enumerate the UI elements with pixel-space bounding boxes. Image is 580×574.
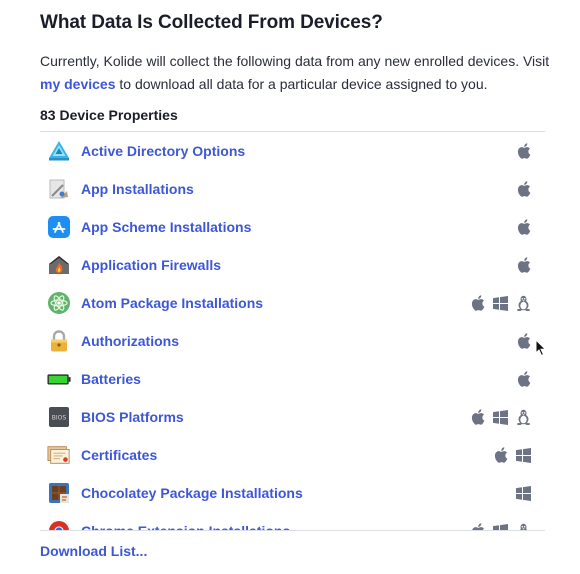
intro-text: Currently, Kolide will collect the follo…	[40, 50, 555, 96]
chrome-icon	[47, 519, 71, 530]
intro-text-end: to download all data for a particular de…	[115, 76, 488, 92]
apple-icon	[466, 295, 489, 311]
property-link[interactable]: Chrome Extension Installations	[81, 523, 290, 530]
property-link[interactable]: Application Firewalls	[81, 257, 221, 273]
windows-icon	[512, 447, 535, 463]
intro-text-start: Currently, Kolide will collect the follo…	[40, 53, 550, 69]
linux-icon	[512, 409, 535, 425]
platform-icons	[512, 474, 535, 512]
platform-icons	[512, 360, 535, 398]
apple-icon	[466, 523, 489, 530]
property-row[interactable]: Application Firewalls	[40, 246, 545, 284]
bios-chip-icon: BIOS	[47, 405, 71, 429]
property-link[interactable]: Authorizations	[81, 333, 179, 349]
apple-icon	[512, 143, 535, 159]
property-row[interactable]: Certificates	[40, 436, 545, 474]
divider	[40, 530, 545, 531]
property-link[interactable]: Chocolatey Package Installations	[81, 485, 303, 501]
property-link[interactable]: BIOS Platforms	[81, 409, 184, 425]
property-row[interactable]: Active Directory Options	[40, 132, 545, 170]
svg-text:BIOS: BIOS	[52, 415, 67, 422]
certificate-icon	[47, 443, 71, 467]
app-installer-icon	[47, 177, 71, 201]
apple-icon	[512, 219, 535, 235]
property-row[interactable]: Atom Package Installations	[40, 284, 545, 322]
atom-icon	[47, 291, 71, 315]
my-devices-link[interactable]: my devices	[40, 76, 116, 92]
mouse-cursor-icon	[535, 339, 547, 357]
windows-icon	[489, 295, 512, 311]
apple-icon	[512, 371, 535, 387]
platform-icons	[466, 512, 535, 530]
platform-icons	[489, 436, 535, 474]
firewall-icon	[47, 253, 71, 277]
platform-icons	[512, 132, 535, 170]
app-store-icon	[47, 215, 71, 239]
property-row[interactable]: Authorizations	[40, 322, 545, 360]
property-row[interactable]: BIOS BIOS Platforms	[40, 398, 545, 436]
windows-icon	[489, 523, 512, 530]
property-row[interactable]: App Scheme Installations	[40, 208, 545, 246]
property-link[interactable]: Batteries	[81, 371, 141, 387]
property-row[interactable]: App Installations	[40, 170, 545, 208]
chocolatey-icon	[47, 481, 71, 505]
page-title: What Data Is Collected From Devices?	[40, 12, 383, 33]
property-link[interactable]: App Installations	[81, 181, 194, 197]
property-count: 83 Device Properties	[40, 107, 178, 123]
download-list-link[interactable]: Download List...	[40, 543, 147, 559]
property-list[interactable]: Active Directory Options App Installation…	[40, 132, 545, 530]
property-row[interactable]: Chocolatey Package Installations	[40, 474, 545, 512]
linux-icon	[512, 523, 535, 530]
apple-icon	[512, 333, 535, 349]
platform-icons	[512, 170, 535, 208]
property-link[interactable]: Certificates	[81, 447, 157, 463]
windows-icon	[512, 485, 535, 501]
lock-icon	[47, 329, 71, 353]
linux-icon	[512, 295, 535, 311]
apple-icon	[512, 257, 535, 273]
property-link[interactable]: Active Directory Options	[81, 143, 245, 159]
windows-icon	[489, 409, 512, 425]
apple-icon	[512, 181, 535, 197]
apple-icon	[466, 409, 489, 425]
platform-icons	[466, 398, 535, 436]
platform-icons	[512, 208, 535, 246]
property-link[interactable]: App Scheme Installations	[81, 219, 251, 235]
property-link[interactable]: Atom Package Installations	[81, 295, 263, 311]
platform-icons	[512, 246, 535, 284]
property-row[interactable]: Batteries	[40, 360, 545, 398]
apple-icon	[489, 447, 512, 463]
battery-icon	[47, 367, 71, 391]
property-row[interactable]: Chrome Extension Installations	[40, 512, 545, 530]
active-directory-icon	[47, 139, 71, 163]
platform-icons	[512, 322, 535, 360]
platform-icons	[466, 284, 535, 322]
